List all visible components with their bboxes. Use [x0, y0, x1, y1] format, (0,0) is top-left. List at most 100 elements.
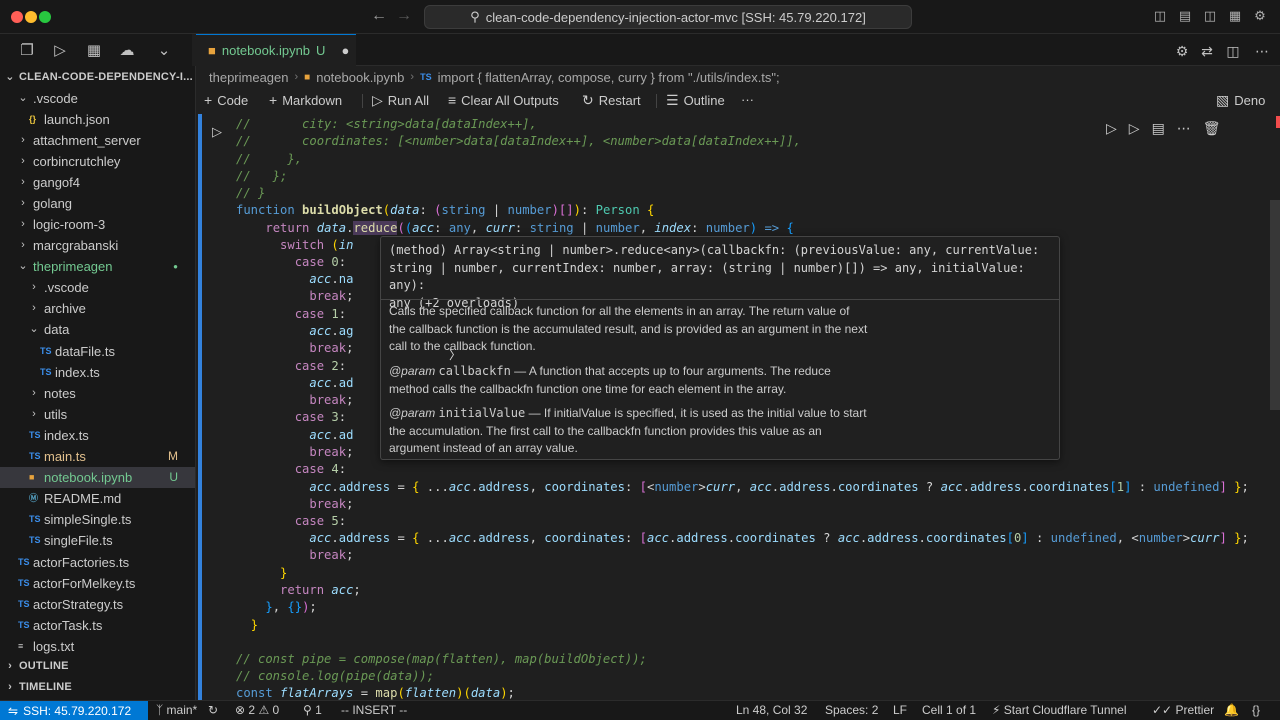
chevron-right-icon: › [21, 176, 25, 188]
tree-folder[interactable]: › attachment_server [0, 130, 195, 151]
close-window-button[interactable] [11, 11, 23, 23]
tree-file[interactable]: ≡ logs.txt [0, 636, 195, 657]
toolbar-more-button[interactable]: ··· [741, 92, 754, 107]
tree-file[interactable]: TS index.ts [0, 362, 195, 383]
toggle-panel-icon[interactable]: ▤ [1178, 9, 1192, 23]
extensions-icon[interactable]: ▦ [85, 42, 103, 60]
run-all-button[interactable]: ▷ Run All [372, 92, 429, 109]
notifications-bell-icon[interactable]: 🔔 [1224, 703, 1239, 717]
indentation[interactable]: Spaces: 2 [825, 703, 878, 717]
cursor-position[interactable]: Ln 48, Col 32 [736, 703, 807, 717]
vertical-scrollbar[interactable] [1270, 200, 1280, 410]
execute-above-icon[interactable]: ▷ [1106, 120, 1117, 137]
maximize-window-button[interactable] [39, 11, 51, 23]
code-line: case 3: [294, 410, 347, 424]
prettier-status[interactable]: ✓✓ Prettier [1152, 703, 1214, 717]
tree-item-label: dataFile.ts [55, 344, 115, 359]
tree-folder[interactable]: › logic-room-3 [0, 214, 195, 235]
customize-layout-icon[interactable]: ▦ [1228, 9, 1242, 23]
tree-folder[interactable]: ⌄ data [0, 319, 195, 340]
code-line: break; [309, 548, 354, 562]
problems-status[interactable]: ⊗ 2 ⚠ 0 [235, 703, 279, 717]
tree-file[interactable]: TS actorStrategy.ts [0, 594, 195, 615]
code-line: // const pipe = compose(map(flatten), ma… [236, 652, 647, 666]
toggle-primary-sidebar-icon[interactable]: ◫ [1153, 9, 1167, 23]
outline-button[interactable]: ☰ Outline [666, 92, 725, 109]
ports-status[interactable]: ⚲ 1 [303, 703, 322, 717]
add-code-cell-button[interactable]: + Code [204, 92, 248, 108]
tree-file[interactable]: TS actorTask.ts [0, 615, 195, 636]
braces-icon[interactable]: {} [1252, 703, 1260, 717]
tree-folder[interactable]: › corbincrutchley [0, 151, 195, 172]
code-line: // coordinates: [<number>data[dataIndex+… [236, 134, 801, 148]
chevron-right-icon: › [21, 218, 25, 230]
hover-description: Calls the specified callback function fo… [389, 304, 868, 353]
breadcrumb-file[interactable]: notebook.ipynb [316, 70, 404, 85]
tree-folder[interactable]: › archive [0, 298, 195, 319]
more-actions-icon[interactable]: ⋯ [1177, 120, 1191, 137]
back-arrow-icon[interactable]: ← [371, 7, 387, 25]
code-line: case 5: [294, 514, 347, 528]
timeline-section[interactable]: › TIMELINE [0, 677, 195, 698]
tree-file[interactable]: ■ notebook.ipynb U [0, 467, 195, 488]
tree-folder[interactable]: › gangof4 [0, 172, 195, 193]
forward-arrow-icon[interactable]: → [396, 7, 412, 25]
tree-folder[interactable]: ⌄ .vscode [0, 88, 195, 109]
tree-file[interactable]: TS main.ts M [0, 446, 195, 467]
outline-section[interactable]: › OUTLINE [0, 656, 195, 677]
outline-list-icon: ☰ [666, 92, 679, 108]
tree-folder[interactable]: › marcgrabanski [0, 235, 195, 256]
chevron-down-icon: ⌄ [18, 260, 28, 272]
execute-below-icon[interactable]: ▷ [1129, 120, 1140, 137]
tree-file[interactable]: TS dataFile.ts [0, 341, 195, 362]
chevron-down-icon[interactable]: ⌄ [155, 42, 173, 60]
compare-changes-icon[interactable]: ⇄ [1199, 43, 1215, 60]
tree-item-label: .vscode [44, 280, 89, 295]
run-cell-icon[interactable]: ▷ [212, 124, 222, 140]
tree-file[interactable]: TS singleFile.ts [0, 530, 195, 551]
tree-folder[interactable]: › golang [0, 193, 195, 214]
tree-folder[interactable]: › notes [0, 383, 195, 404]
minimize-window-button[interactable] [25, 11, 37, 23]
cell-focus-indicator [198, 114, 202, 700]
run-debug-icon[interactable]: ▷ [51, 42, 69, 60]
cloudflare-tunnel[interactable]: ⚡ Start Cloudflare Tunnel [992, 703, 1127, 717]
remote-indicator[interactable]: ⇋ SSH: 45.79.220.172 [0, 701, 148, 720]
code-line: return data.reduce((acc: any, curr: stri… [265, 221, 794, 235]
more-actions-icon[interactable]: ⋯ [1254, 43, 1270, 60]
tree-file[interactable]: TS simpleSingle.ts [0, 509, 195, 530]
tab-notebook[interactable]: ■ notebook.ipynb U ● [196, 34, 356, 66]
toggle-secondary-sidebar-icon[interactable]: ◫ [1203, 9, 1217, 23]
branch-status[interactable]: ᛉ main* [156, 703, 197, 717]
tree-folder[interactable]: › .vscode [0, 277, 195, 298]
kernel-picker[interactable]: ▧ Deno [1216, 92, 1265, 109]
tree-file[interactable]: Ⓜ README.md [0, 488, 195, 509]
delete-cell-icon[interactable]: 🗑 [1203, 120, 1221, 137]
tree-item-label: utils [44, 407, 68, 422]
tree-folder[interactable]: ⌄ theprimeagen ● [0, 256, 195, 277]
sync-icon[interactable]: ↻ [208, 703, 218, 717]
split-cell-icon[interactable]: ▤ [1152, 120, 1165, 137]
add-markdown-cell-button[interactable]: + Markdown [269, 92, 342, 108]
tree-file[interactable]: TS actorForMelkey.ts [0, 573, 195, 594]
tree-file[interactable]: {} launch.json [0, 109, 195, 130]
breadcrumb-symbol[interactable]: import { flattenArray, compose, curry } … [438, 70, 780, 85]
split-editor-icon[interactable]: ◫ [1225, 43, 1241, 60]
settings-gear-icon[interactable]: ⚙ [1174, 43, 1190, 60]
restart-kernel-button[interactable]: ↻ Restart [582, 92, 641, 109]
remote-explorer-icon[interactable]: ☁ [118, 42, 136, 60]
breadcrumb-folder[interactable]: theprimeagen [209, 70, 289, 85]
end-of-line[interactable]: LF [893, 703, 907, 717]
explorer-icon[interactable]: ❐ [18, 42, 36, 60]
settings-gear-icon[interactable]: ⚙ [1253, 9, 1267, 23]
chevron-right-icon: › [32, 387, 36, 399]
cell-indicator[interactable]: Cell 1 of 1 [922, 703, 976, 717]
tree-file[interactable]: TS actorFactories.ts [0, 552, 195, 573]
explorer-root[interactable]: ⌄ CLEAN-CODE-DEPENDENCY-I... [0, 67, 195, 88]
tree-folder[interactable]: › utils [0, 404, 195, 425]
run-all-icon: ▷ [372, 92, 383, 108]
tree-file[interactable]: TS index.ts [0, 425, 195, 446]
clear-all-outputs-button[interactable]: ≡ Clear All Outputs [448, 92, 559, 108]
command-center[interactable]: ⚲ clean-code-dependency-injection-actor-… [424, 5, 912, 29]
unsaved-dot-icon[interactable]: ● [341, 43, 349, 58]
